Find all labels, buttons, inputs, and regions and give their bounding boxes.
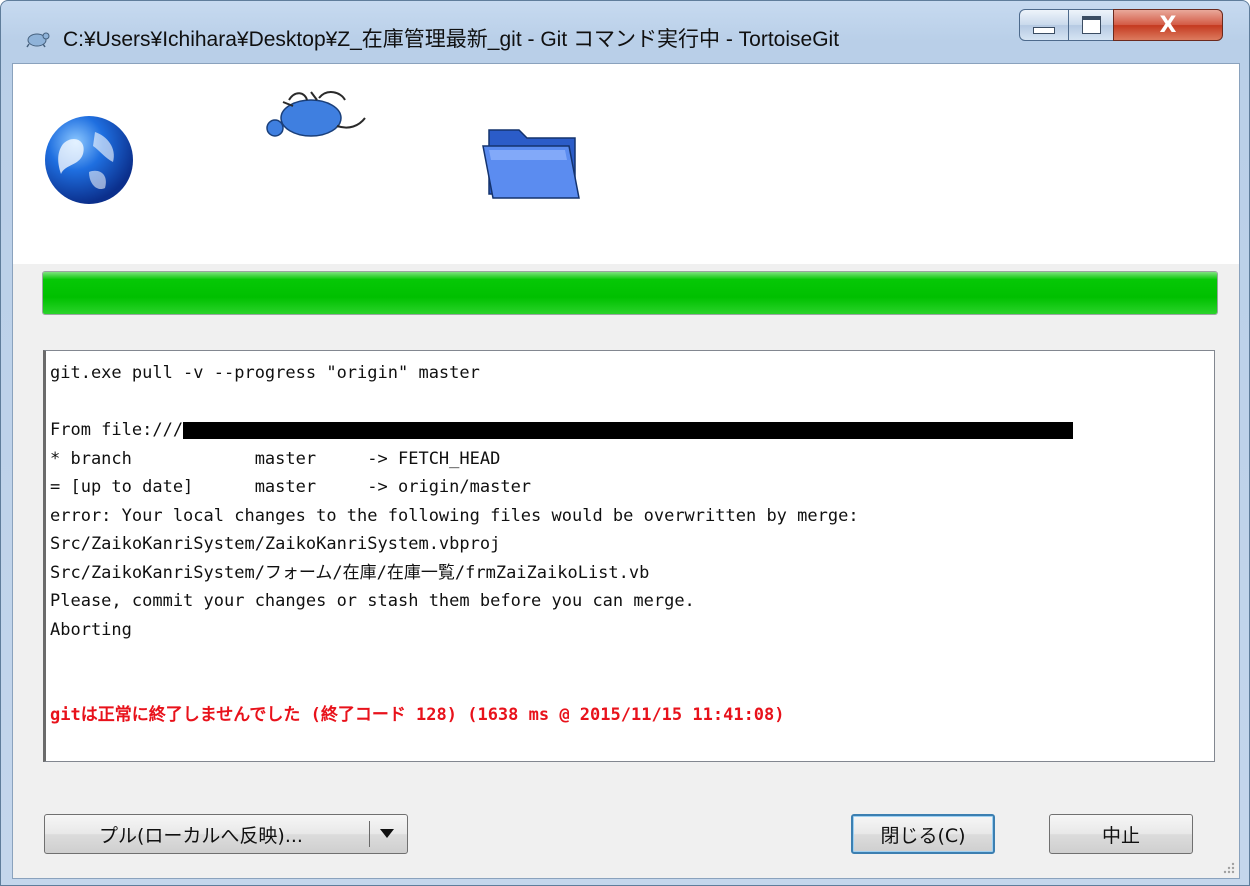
dialog-client-area: git.exe pull -v --progress "origin" mast… <box>12 63 1240 879</box>
progress-fill <box>43 272 1217 314</box>
log-line-blank <box>50 673 1210 702</box>
log-from-text: From file:/// <box>50 420 184 440</box>
turtle-icon <box>266 91 366 137</box>
log-line-error: error: Your local changes to the followi… <box>50 505 859 526</box>
log-line-from: From file:/// <box>50 416 1210 445</box>
minimize-icon <box>1033 26 1055 34</box>
chevron-down-icon[interactable] <box>380 829 394 838</box>
window-title: C:¥Users¥Ichihara¥Desktop¥Z_在庫管理最新_git -… <box>63 28 840 51</box>
minimize-button[interactable] <box>1019 9 1069 41</box>
pull-button-label: プル(ローカルへ反映)... <box>99 824 303 847</box>
log-line-file-vb: Src/ZaikoKanriSystem/フォーム/在庫/在庫一覧/frmZai… <box>50 562 650 583</box>
output-log[interactable]: git.exe pull -v --progress "origin" mast… <box>43 350 1215 762</box>
globe-icon <box>45 116 133 204</box>
split-separator <box>369 821 370 847</box>
close-button[interactable]: 閉じる(C) <box>851 814 995 854</box>
log-line-blank <box>50 644 1210 673</box>
folder-icon <box>482 129 580 199</box>
pull-split-button[interactable]: プル(ローカルへ反映)... <box>44 814 408 854</box>
tortoisegit-icon <box>26 32 50 48</box>
maximize-button[interactable] <box>1068 9 1114 41</box>
cancel-button[interactable]: 中止 <box>1049 814 1193 854</box>
log-line-blank <box>50 388 1210 417</box>
log-line-branch: * branch master -> FETCH_HEAD <box>50 448 501 469</box>
tortoisegit-progress-window: C:¥Users¥Ichihara¥Desktop¥Z_在庫管理最新_git -… <box>0 0 1250 886</box>
log-line-exit-status: gitは正常に終了しませんでした (終了コード 128) (1638 ms @ … <box>50 705 785 725</box>
log-line-up-to-date: = [up to date] master -> origin/master <box>50 477 532 497</box>
progress-bar <box>42 271 1218 315</box>
redacted-path <box>183 421 1074 439</box>
log-line-aborting: Aborting <box>50 619 132 640</box>
close-window-button[interactable]: X <box>1113 9 1223 41</box>
log-line-file-vbproj: Src/ZaikoKanriSystem/ZaikoKanriSystem.vb… <box>50 534 501 554</box>
close-icon: X <box>1159 12 1177 38</box>
log-line-please-commit: Please, commit your changes or stash the… <box>50 591 695 611</box>
log-line-command: git.exe pull -v --progress "origin" mast… <box>50 363 480 383</box>
title-bar[interactable]: C:¥Users¥Ichihara¥Desktop¥Z_在庫管理最新_git -… <box>1 1 1249 71</box>
maximize-icon <box>1081 16 1101 34</box>
animation-area <box>13 64 1239 264</box>
resize-grip-icon[interactable] <box>1221 860 1235 874</box>
